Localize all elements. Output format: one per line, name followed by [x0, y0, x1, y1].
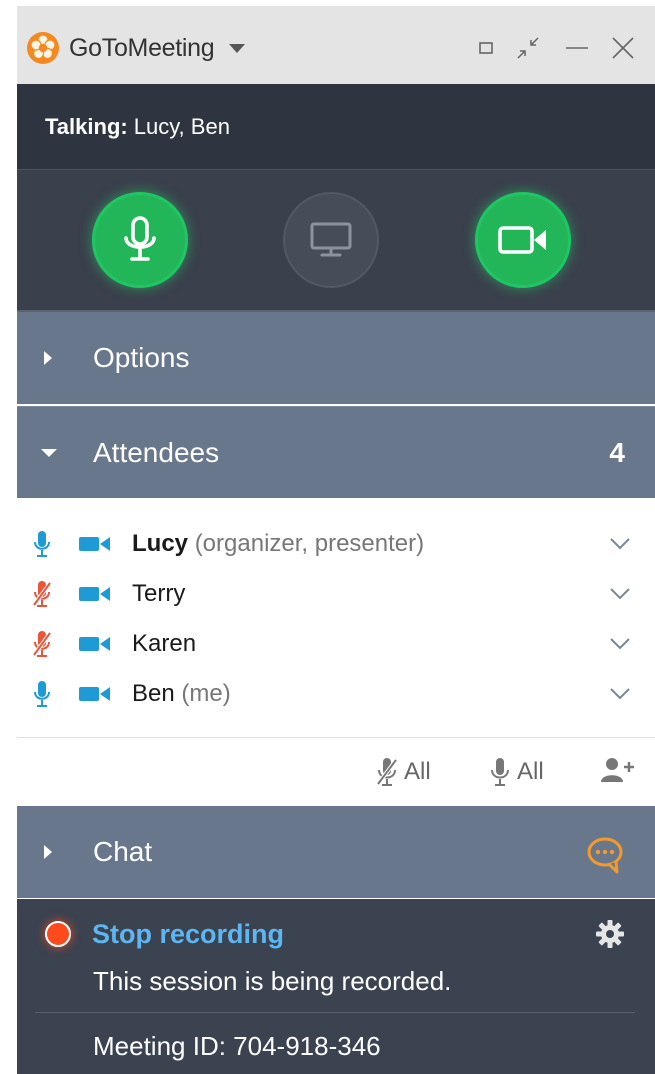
unmute-all-label: All	[517, 758, 544, 785]
app-menu-caret-icon[interactable]	[229, 44, 245, 53]
attendee-role: (organizer, presenter)	[194, 530, 425, 557]
chat-bubble-icon[interactable]	[585, 836, 625, 876]
attendee-list: Lucy (organizer, presenter) Terry Karen …	[17, 500, 655, 738]
minimize-icon	[566, 47, 588, 49]
collapse-arrow-icon	[41, 448, 57, 457]
chevron-down-icon[interactable]	[609, 587, 631, 601]
close-icon	[612, 37, 634, 59]
attendee-count-badge: 4	[609, 436, 625, 468]
chat-section-header[interactable]: Chat	[17, 806, 655, 898]
stop-recording-link[interactable]: Stop recording	[92, 919, 284, 950]
talking-label: Talking:	[45, 113, 128, 139]
screen-share-button[interactable]	[283, 192, 379, 288]
recording-panel: Stop recording This session is being rec…	[17, 899, 655, 1074]
close-button[interactable]	[609, 32, 637, 64]
microphone-icon	[124, 216, 156, 261]
divider	[35, 1012, 635, 1013]
mute-all-button[interactable]: All	[374, 756, 431, 788]
chevron-down-icon[interactable]	[609, 637, 631, 651]
monitor-icon	[310, 222, 352, 257]
mic-unmuted-icon[interactable]	[30, 529, 54, 559]
options-section-header[interactable]: Options	[17, 312, 655, 404]
attendee-name: Lucy (organizer, presenter)	[132, 530, 424, 558]
camera-on-icon[interactable]	[78, 684, 111, 704]
attendee-row-karen[interactable]: Karen	[17, 620, 655, 668]
attendee-name: Karen	[132, 630, 196, 658]
attendee-row-terry[interactable]: Terry	[17, 570, 655, 618]
add-person-icon	[601, 758, 634, 782]
camera-on-icon[interactable]	[78, 634, 111, 654]
expand-arrow-icon	[44, 845, 52, 859]
camera-on-icon[interactable]	[78, 534, 111, 554]
expand-arrow-icon	[44, 351, 52, 365]
mic-muted-icon[interactable]	[30, 579, 54, 609]
minimize-button[interactable]	[563, 32, 591, 64]
gotomeeting-logo-icon	[27, 32, 59, 64]
microphone-toggle-button[interactable]	[92, 192, 188, 288]
chat-label: Chat	[93, 836, 153, 867]
options-label: Options	[93, 342, 190, 373]
attendee-name-text: Ben	[132, 680, 175, 707]
meeting-id: Meeting ID: 704-918-346	[93, 1031, 381, 1061]
invite-attendee-button[interactable]	[599, 756, 635, 786]
recording-status-text: This session is being recorded.	[93, 966, 452, 996]
title-bar[interactable]: GoToMeeting	[17, 0, 655, 84]
attendee-name-text: Terry	[132, 580, 186, 607]
attendees-label: Attendees	[93, 436, 220, 468]
talking-names: Lucy, Ben	[133, 113, 230, 139]
microphone-icon	[491, 758, 509, 786]
square-icon	[479, 42, 493, 54]
talking-indicator: Talking: Lucy, Ben	[17, 84, 655, 170]
mute-all-label: All	[404, 758, 431, 785]
webcam-toggle-button[interactable]	[475, 192, 571, 288]
gear-icon[interactable]	[595, 919, 625, 949]
attendee-name: Ben (me)	[132, 680, 231, 708]
media-controls-bar	[17, 170, 655, 312]
app-title[interactable]: GoToMeeting	[69, 34, 215, 63]
camera-on-icon[interactable]	[78, 584, 111, 604]
collapse-arrows-icon	[517, 37, 539, 59]
restore-window-button[interactable]	[472, 32, 500, 64]
attendee-name: Terry	[132, 580, 185, 608]
gotomeeting-window: GoToMeeting Talking: Lucy, Ben Options A…	[17, 0, 655, 1074]
compact-view-button[interactable]	[514, 32, 542, 64]
attendee-bulk-actions: All All	[17, 738, 655, 806]
attendee-role: (me)	[181, 680, 231, 707]
video-camera-icon	[498, 226, 546, 254]
recording-indicator-icon	[45, 921, 71, 947]
attendees-section-header[interactable]: Attendees 4	[17, 406, 655, 498]
unmute-all-button[interactable]: All	[489, 756, 544, 788]
mic-unmuted-icon[interactable]	[30, 679, 54, 709]
chevron-down-icon[interactable]	[609, 537, 631, 551]
mic-muted-icon[interactable]	[30, 629, 54, 659]
attendee-name-text: Lucy	[132, 530, 189, 557]
mic-muted-icon	[376, 758, 398, 786]
attendee-name-text: Karen	[132, 630, 197, 657]
attendee-row-ben[interactable]: Ben (me)	[17, 670, 655, 718]
attendee-row-lucy[interactable]: Lucy (organizer, presenter)	[17, 520, 655, 568]
chevron-down-icon[interactable]	[609, 687, 631, 701]
